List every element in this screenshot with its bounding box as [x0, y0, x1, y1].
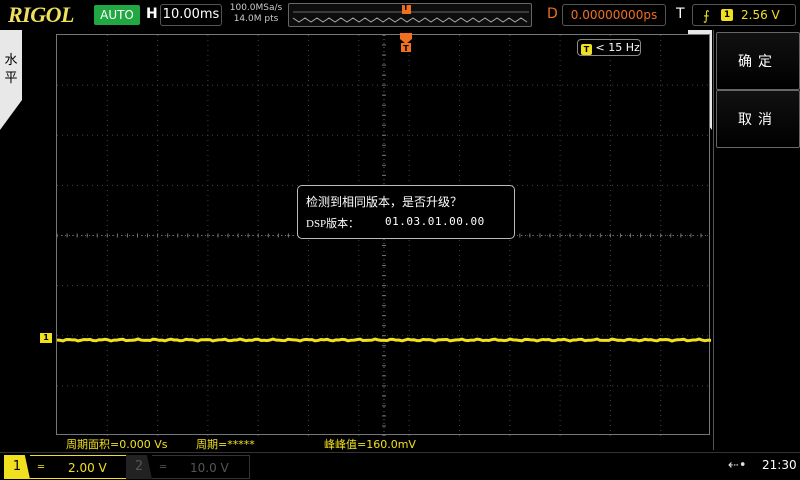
measure-peak-to-peak: 峰峰值=160.0mV [324, 438, 416, 451]
left-tab-label-2: 平 [4, 71, 18, 86]
waveform-overview[interactable]: T [288, 3, 532, 27]
trigger-label: T [676, 6, 685, 22]
measure-period: 周期=***** [196, 438, 255, 451]
brand-logo: RIGOL [8, 2, 74, 27]
acquisition-info: 100.0MSa/s 14.0M pts [228, 3, 284, 25]
usb-icon: ⇠• [728, 458, 747, 473]
trigger-source-badge: 1 [721, 9, 733, 21]
channel1-trace [57, 337, 711, 343]
horizontal-menu-tab[interactable]: 水 平 [0, 30, 22, 130]
trigger-level-value: 2.56 V [741, 8, 780, 22]
channel1-info: ═ 2.00 V [30, 455, 128, 479]
trigger-position-marker: T [403, 3, 409, 12]
freq-counter-source: T [581, 44, 592, 55]
memory-depth: 14.0M pts [233, 14, 279, 24]
channel2-info: ═ 10.0 V [152, 455, 250, 479]
rising-edge-icon: ⨍ [703, 9, 710, 24]
dsp-version-label: DSP版本： [306, 218, 360, 230]
svg-text:T: T [403, 44, 409, 52]
channel2-scale: 10.0 V [190, 461, 229, 475]
dc-coupling-icon: ═ [38, 462, 45, 473]
timebase-readout[interactable]: 10.00ms [160, 4, 222, 26]
upgrade-dialog: 检测到相同版本，是否升级？ DSP版本： 01.03.01.00.00 [297, 185, 515, 239]
measure-cycle-area: 周期面积=0.000 Vs [66, 438, 168, 451]
cancel-button[interactable]: 取消 [716, 90, 800, 148]
frequency-counter: T < 15 Hz [577, 39, 641, 56]
sample-rate: 100.0MSa/s [229, 3, 283, 13]
trigger-position-arrow[interactable]: T [399, 32, 413, 52]
trigger-readout[interactable]: ⨍ 1 2.56 V [692, 4, 796, 26]
confirm-button[interactable]: 确定 [716, 32, 800, 90]
top-status-bar: RIGOL AUTO H 10.00ms 100.0MSa/s 14.0M pt… [0, 0, 800, 30]
softkey-menu: 确定 取消 [713, 30, 800, 450]
horizontal-label: H [146, 6, 158, 22]
channel1-offset-marker[interactable]: 1 [40, 333, 52, 343]
horizontal-delay-readout[interactable]: 0.00000000ps [562, 4, 666, 26]
freq-counter-value: < 15 Hz [595, 41, 640, 54]
dsp-version-value: 01.03.01.00.00 [385, 215, 485, 228]
overview-wave [292, 5, 529, 23]
delay-label: D [547, 6, 558, 22]
bottom-status-bar: 1 ═ 2.00 V 2 ═ 10.0 V ⇠• 21:30 [0, 452, 800, 480]
measurement-bar: 周期面积=0.000 Vs 周期=***** 峰峰值=160.0mV [56, 436, 710, 451]
dialog-message: 检测到相同版本，是否升级？ [306, 195, 463, 209]
channel1-number: 1 [4, 455, 30, 479]
channel1-scale: 2.00 V [68, 461, 107, 475]
clock: 21:30 [762, 458, 797, 472]
dc-coupling-icon: ═ [160, 462, 167, 473]
channel2-number: 2 [126, 455, 152, 479]
run-state-badge[interactable]: AUTO [94, 5, 140, 25]
left-tab-label-1: 水 [4, 53, 18, 68]
